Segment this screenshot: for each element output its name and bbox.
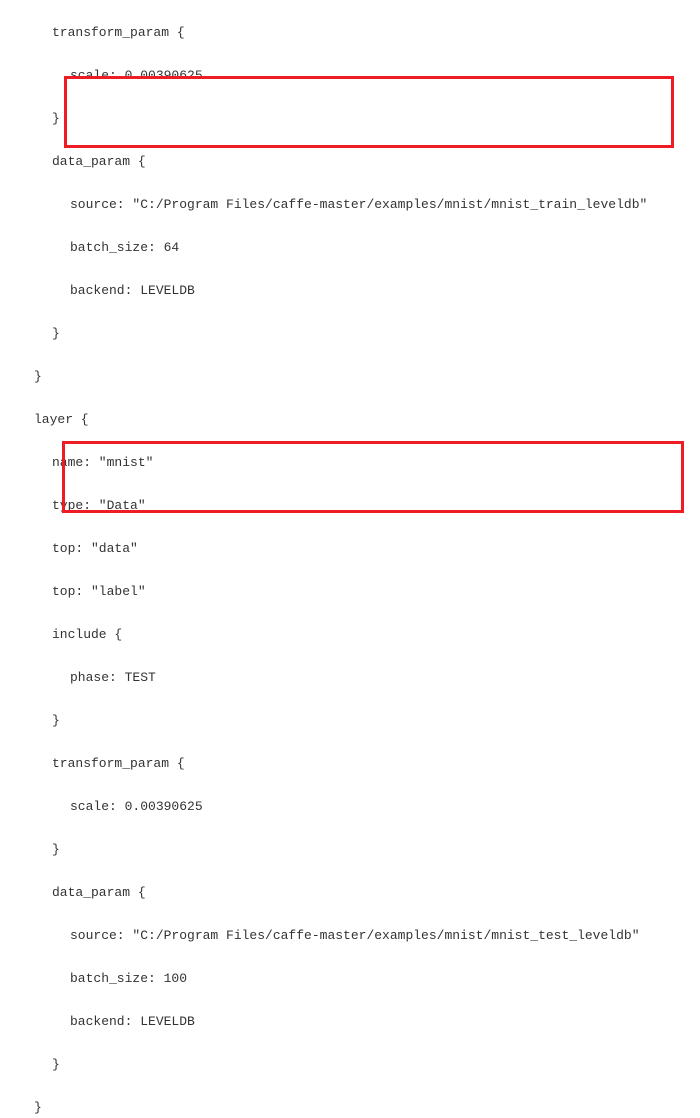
code-block: transform_param { scale: 0.00390625 } da… — [0, 0, 700, 1118]
code-line: phase: TEST — [0, 667, 700, 689]
code-line: } — [0, 323, 700, 345]
code-line: batch_size: 100 — [0, 968, 700, 990]
code-line: include { — [0, 624, 700, 646]
code-line: transform_param { — [0, 22, 700, 44]
code-line: backend: LEVELDB — [0, 280, 700, 302]
code-line: } — [0, 1054, 700, 1076]
code-line: transform_param { — [0, 753, 700, 775]
code-line: top: "data" — [0, 538, 700, 560]
code-line: } — [0, 1097, 700, 1118]
code-line: data_param { — [0, 882, 700, 904]
code-line: source: "C:/Program Files/caffe-master/e… — [0, 194, 700, 216]
highlight-box-test — [62, 441, 684, 513]
code-line: source: "C:/Program Files/caffe-master/e… — [0, 925, 700, 947]
code-line: top: "label" — [0, 581, 700, 603]
code-line: scale: 0.00390625 — [0, 796, 700, 818]
code-line: backend: LEVELDB — [0, 1011, 700, 1033]
highlight-box-train — [64, 76, 674, 148]
code-line: data_param { — [0, 151, 700, 173]
code-line: layer { — [0, 409, 700, 431]
code-line: } — [0, 839, 700, 861]
code-line: batch_size: 64 — [0, 237, 700, 259]
code-line: } — [0, 710, 700, 732]
code-line: } — [0, 366, 700, 388]
